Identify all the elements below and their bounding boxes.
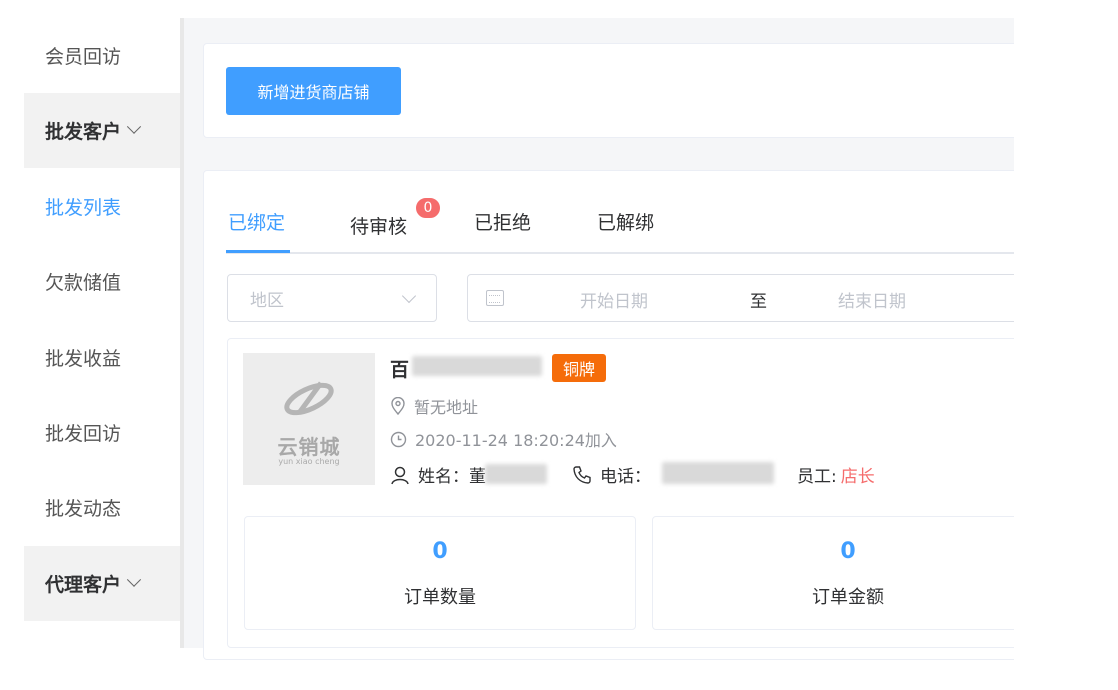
order-count-value: 0	[432, 539, 448, 564]
sidebar-item-label: 批发回访	[45, 423, 122, 445]
sidebar-item-wholesale-list[interactable]: 批发列表	[24, 169, 180, 244]
shop-joined: 2020-11-24 18:20:24加入	[390, 427, 617, 451]
date-range-picker[interactable]: 开始日期 至 结束日期	[467, 274, 1027, 322]
name-visible-char: 董	[469, 467, 486, 487]
phone-label: 电话：	[600, 467, 651, 487]
page-right-margin	[1014, 0, 1118, 690]
order-count-stat: 0 订单数量	[244, 516, 636, 630]
shop-name: 百	[390, 359, 410, 381]
sidebar-item-label: 批发收益	[45, 348, 122, 370]
logo-subtext: yun xiao cheng	[278, 457, 340, 466]
add-supplier-shop-button[interactable]: 新增进货商店铺	[226, 67, 401, 115]
staff-role: 员工: 店长	[797, 462, 875, 487]
order-amount-label: 订单金额	[812, 587, 884, 608]
address-text: 暂无地址	[414, 398, 479, 417]
tab-bound[interactable]: 已绑定	[228, 208, 285, 235]
staff-value: 店长	[840, 467, 875, 487]
chevron-down-icon	[401, 288, 417, 304]
order-amount-value: 0	[840, 539, 856, 564]
region-placeholder: 地区	[250, 290, 284, 311]
sidebar-group-wholesale-customers[interactable]: 批发客户	[24, 93, 180, 168]
order-count-label: 订单数量	[404, 587, 476, 608]
sidebar-item-label: 会员回访	[45, 46, 122, 68]
chevron-down-icon	[126, 572, 142, 587]
shop-address: 暂无地址	[390, 394, 478, 418]
start-date-input[interactable]: 开始日期	[580, 287, 648, 312]
chevron-down-icon	[126, 119, 142, 134]
location-icon	[391, 397, 405, 415]
clock-icon	[390, 431, 407, 447]
staff-label: 员工:	[797, 467, 837, 487]
sidebar-item-label: 代理客户	[45, 574, 122, 596]
user-icon	[391, 466, 409, 484]
sidebar-item-label: 批发客户	[45, 121, 122, 143]
joined-time: 2020-11-24 18:20:24加入	[415, 431, 617, 450]
logo-text: 云销城	[277, 435, 341, 459]
end-date-input[interactable]: 结束日期	[838, 287, 906, 312]
redacted-shop-name	[412, 356, 542, 376]
sidebar-item-wholesale-visit[interactable]: 批发回访	[24, 395, 180, 470]
tab-rejected[interactable]: 已拒绝	[474, 208, 531, 235]
sidebar-item-label: 欠款储值	[45, 272, 122, 294]
sidebar-item-wholesale-earnings[interactable]: 批发收益	[24, 320, 180, 395]
sidebar-item-label: 批发列表	[45, 197, 122, 219]
date-range-separator: 至	[750, 292, 767, 312]
sidebar-item-wholesale-activity[interactable]: 批发动态	[24, 470, 180, 545]
sidebar-item-debt-stored-value[interactable]: 欠款储值	[24, 244, 180, 319]
active-tab-indicator	[226, 250, 290, 253]
tabs-divider	[226, 252, 1014, 254]
name-label: 姓名：	[418, 467, 469, 487]
order-amount-stat: 0 订单金额	[652, 516, 1044, 630]
contact-name: 姓名： 董	[390, 462, 486, 487]
tab-unbound[interactable]: 已解绑	[597, 208, 654, 235]
shop-logo: 云销城 yun xiao cheng	[243, 353, 375, 485]
tab-pending-review[interactable]: 待审核	[350, 212, 407, 239]
level-tag: 铜牌	[552, 354, 606, 382]
sidebar-item-label: 批发动态	[45, 498, 122, 520]
contact-phone: 电话：	[572, 462, 651, 487]
redacted-name	[485, 464, 547, 484]
calendar-icon	[486, 290, 504, 306]
brand-logo-icon	[284, 381, 334, 416]
phone-icon	[573, 465, 591, 484]
pending-count-badge: 0	[414, 196, 442, 220]
redacted-phone	[662, 462, 774, 484]
sidebar-group-agent-customers[interactable]: 代理客户	[24, 546, 180, 621]
region-select[interactable]: 地区	[227, 274, 437, 322]
sidebar-item-member-visit[interactable]: 会员回访	[24, 18, 180, 93]
